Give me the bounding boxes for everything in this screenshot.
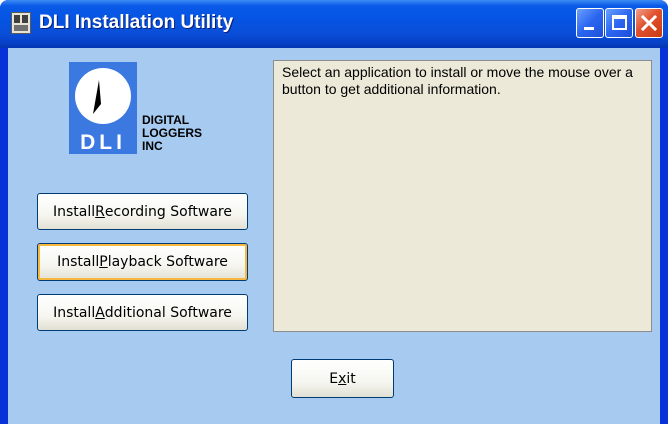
- close-button[interactable]: [635, 8, 663, 38]
- info-text: Select an application to install or move…: [282, 64, 633, 97]
- minimize-button[interactable]: [576, 8, 604, 38]
- button-accelerator: P: [99, 254, 108, 270]
- title-bar[interactable]: DLI Installation Utility: [0, 0, 668, 48]
- exit-button[interactable]: Ex it: [291, 359, 394, 398]
- install-additional-software-button[interactable]: Install Additional Software: [37, 294, 248, 331]
- installer-app-icon[interactable]: [11, 12, 31, 34]
- info-panel: Select an application to install or move…: [273, 60, 652, 332]
- button-accelerator: R: [95, 203, 105, 220]
- button-label-part: Install: [53, 203, 96, 220]
- logo-line-inc: INC: [142, 139, 163, 153]
- logo-line-digital: DIGITAL: [142, 113, 189, 127]
- logo-letters: DLI: [80, 131, 126, 154]
- logo-line-loggers: LOGGERS: [142, 126, 202, 140]
- maximize-icon: [612, 15, 627, 30]
- install-playback-software-button[interactable]: Install Playback Software: [37, 243, 248, 281]
- close-icon: [640, 14, 658, 32]
- button-label-part: Install: [57, 254, 100, 270]
- dialog-client-area: DLI DIGITAL LOGGERS INC Install Recordin…: [8, 48, 660, 424]
- minimize-icon: [584, 27, 594, 30]
- button-label-part: dditional Software: [104, 304, 232, 321]
- button-label-part: layback Software: [107, 254, 228, 270]
- maximize-button[interactable]: [605, 8, 633, 38]
- button-accelerator: A: [95, 304, 105, 321]
- window-title: DLI Installation Utility: [39, 12, 234, 33]
- installer-window: DLI Installation Utility DLI DIGITAL LOG…: [0, 0, 668, 424]
- button-label-part: it: [346, 370, 356, 387]
- digital-loggers-logo: DLI DIGITAL LOGGERS INC: [69, 62, 202, 154]
- install-recording-software-button[interactable]: Install Recording Software: [37, 193, 248, 230]
- button-accelerator: x: [338, 370, 347, 387]
- button-label-part: ecording Software: [104, 203, 232, 220]
- button-label-part: Install: [53, 304, 96, 321]
- button-label-part: E: [329, 370, 339, 387]
